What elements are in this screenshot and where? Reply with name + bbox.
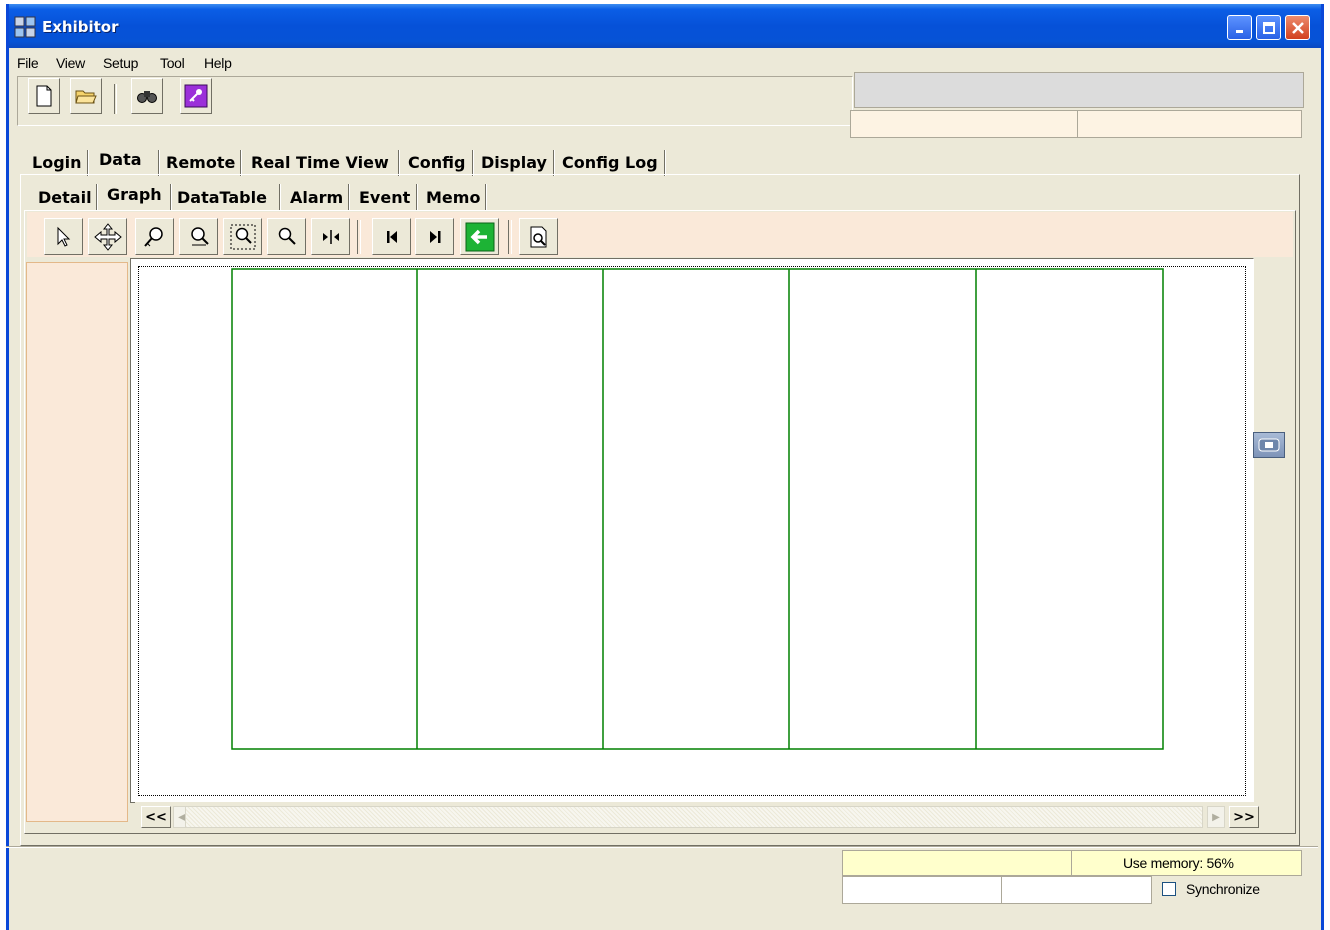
scroll-right-arrow[interactable]: ▶ — [1207, 806, 1225, 828]
graph-grid — [231, 268, 1164, 750]
status-divider — [6, 846, 1318, 848]
synchronize-label: Synchronize — [1186, 881, 1260, 897]
memory-usage-text: Use memory: 56% — [1123, 855, 1234, 871]
horizontal-scrollbar: << ◀ ▶ >> — [135, 802, 1259, 832]
synchronize-checkbox[interactable] — [1162, 882, 1176, 896]
grid-frame — [231, 268, 1164, 750]
side-toggle-button[interactable] — [1253, 432, 1285, 458]
panel-toggle-icon — [1258, 438, 1280, 452]
scroll-far-right-button[interactable]: >> — [1229, 806, 1259, 828]
scroll-far-left-button[interactable]: << — [141, 806, 171, 828]
bottom-status-fields — [842, 876, 1152, 904]
scroll-track[interactable] — [185, 806, 1203, 828]
memory-status-bar: Use memory: 56% — [842, 850, 1302, 876]
